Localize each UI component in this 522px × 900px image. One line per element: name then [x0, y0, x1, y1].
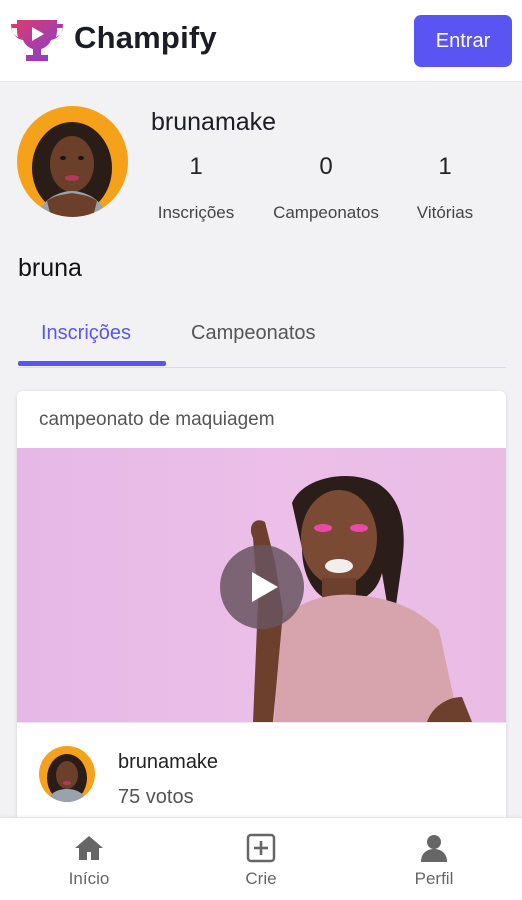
- bottom-navigation: Início Crie Perfil: [0, 817, 522, 900]
- plus-square-icon: [245, 832, 277, 864]
- play-icon: [252, 572, 278, 602]
- profile-username: brunamake: [151, 108, 277, 136]
- tab-campeonatos[interactable]: Campeonatos: [191, 322, 316, 345]
- card-footer: brunamake 75 votos: [17, 722, 506, 831]
- profile-display-name: bruna: [18, 254, 82, 282]
- stat-campeonatos-value: 0: [319, 153, 333, 180]
- stat-inscricoes-label: Inscrições: [157, 203, 235, 222]
- profile-avatar[interactable]: [17, 106, 128, 217]
- entry-username[interactable]: brunamake: [118, 751, 218, 774]
- entry-card[interactable]: campeonato de maquiagem brunamake 75 vot…: [17, 391, 506, 831]
- nav-inicio-label: Início: [68, 869, 110, 888]
- brand-name: Champify: [74, 20, 217, 55]
- profile-tabs: Inscrições Campeonatos: [18, 310, 506, 368]
- person-icon: [418, 832, 450, 864]
- stat-vitorias-label: Vitórias: [416, 203, 474, 222]
- home-icon: [73, 832, 105, 864]
- nav-crie[interactable]: Crie: [201, 818, 321, 900]
- entry-avatar[interactable]: [39, 746, 95, 802]
- nav-perfil-label: Perfil: [414, 869, 454, 888]
- active-tab-indicator: [18, 361, 166, 366]
- nav-crie-label: Crie: [245, 869, 277, 888]
- card-title: campeonato de maquiagem: [39, 409, 275, 430]
- entry-votes: 75 votos: [118, 786, 194, 808]
- stat-inscricoes-value: 1: [189, 153, 203, 180]
- play-button[interactable]: [220, 545, 304, 629]
- nav-inicio[interactable]: Início: [29, 818, 149, 900]
- app-header: Champify Entrar: [0, 0, 522, 82]
- enter-button[interactable]: Entrar: [414, 15, 512, 67]
- stat-campeonatos-label: Campeonatos: [273, 203, 379, 222]
- nav-perfil[interactable]: Perfil: [374, 818, 494, 900]
- video-thumbnail[interactable]: [17, 448, 506, 722]
- tab-inscricoes[interactable]: Inscrições: [41, 322, 131, 345]
- stat-vitorias-value: 1: [438, 153, 452, 180]
- trophy-play-logo-icon[interactable]: [10, 14, 64, 66]
